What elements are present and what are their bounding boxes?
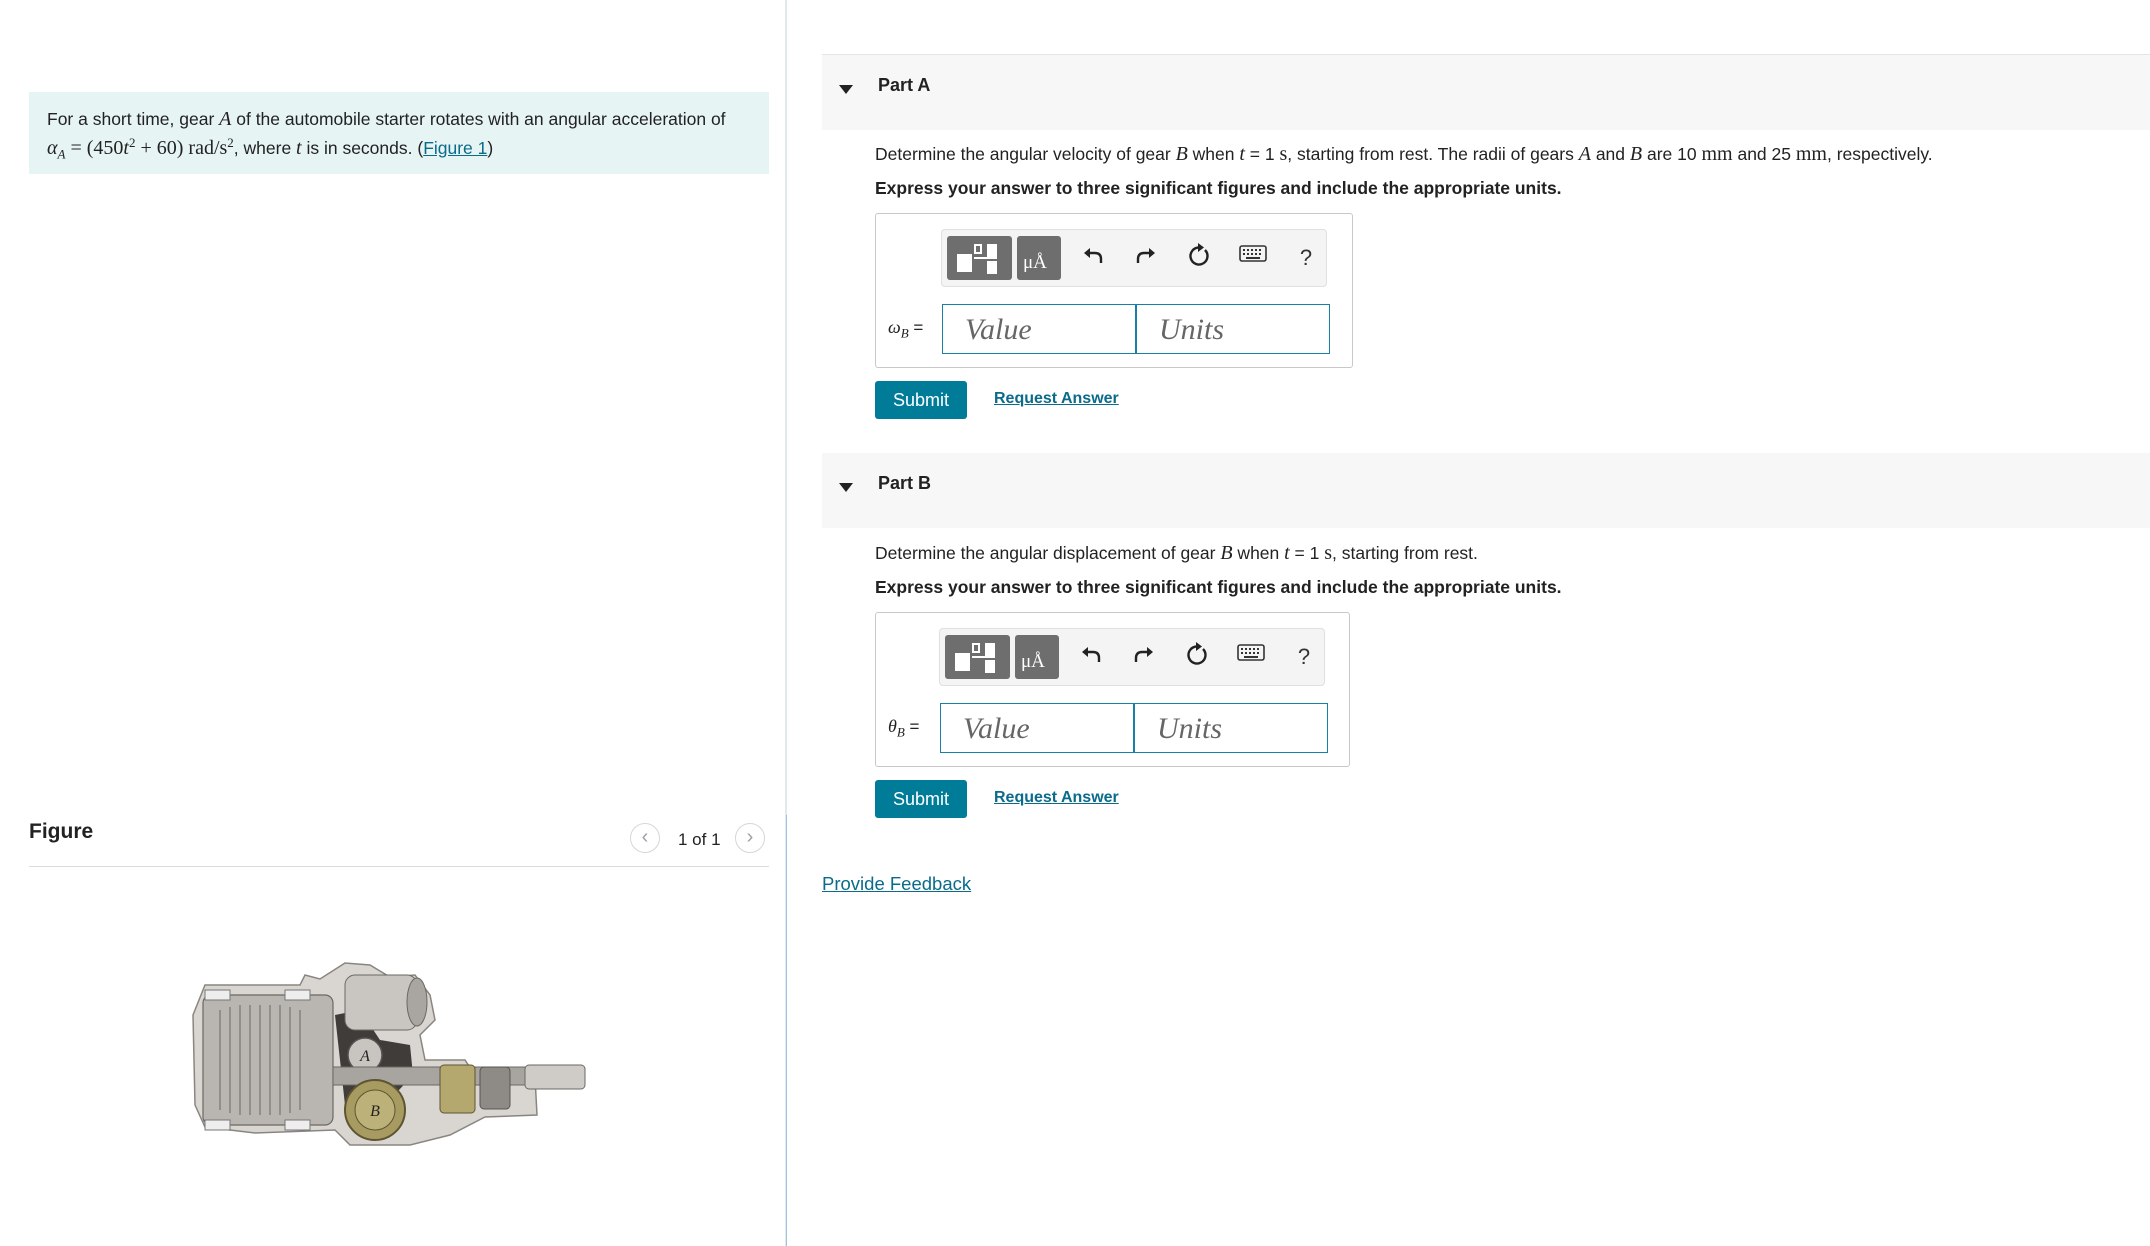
part-b-variable-label: θB = — [888, 716, 920, 740]
problem-statement: For a short time, gear A of the automobi… — [29, 92, 769, 174]
gear-a-label: A — [359, 1048, 370, 1065]
part-b-submit-button[interactable]: Submit — [875, 780, 967, 818]
templates-button[interactable] — [947, 236, 1012, 280]
part-a-variable-label: ωB = — [888, 317, 924, 341]
help-icon[interactable]: ? — [1289, 642, 1319, 674]
figure-1-link[interactable]: Figure 1 — [423, 138, 487, 158]
figure-next-button[interactable]: › — [735, 823, 765, 853]
math-toolbar: μÅ ? — [941, 229, 1327, 287]
templates-button[interactable] — [945, 635, 1010, 679]
part-a-submit-button[interactable]: Submit — [875, 381, 967, 419]
part-a-question: Determine the angular velocity of gear B… — [875, 143, 1933, 165]
reset-icon[interactable] — [1182, 642, 1212, 674]
part-a-units-input[interactable]: Units — [1136, 304, 1330, 354]
figure-title: Figure — [29, 820, 94, 843]
part-b-question: Determine the angular displacement of ge… — [875, 542, 1478, 564]
part-b-value-input[interactable]: Value — [940, 703, 1134, 753]
part-b-units-input[interactable]: Units — [1134, 703, 1328, 753]
starter-motor-figure: A B — [192, 962, 586, 1146]
figure-pager-count: 1 of 1 — [678, 830, 721, 849]
units-button[interactable]: μÅ — [1017, 236, 1061, 280]
part-b-title: Part B — [878, 473, 932, 493]
help-icon[interactable]: ? — [1291, 243, 1321, 275]
chevron-right-icon: › — [746, 826, 754, 848]
undo-icon[interactable] — [1076, 642, 1106, 674]
part-b-answer-box: μÅ ? θB = Value Units — [875, 612, 1350, 767]
caret-down-icon[interactable] — [839, 85, 853, 94]
chevron-left-icon: ‹ — [641, 826, 649, 848]
problem-line-1: For a short time, gear A of the automobi… — [47, 108, 726, 130]
units-icon: μÅ — [1023, 252, 1047, 273]
part-b-header[interactable]: Part B — [822, 453, 2150, 528]
part-a-header[interactable]: Part A — [822, 55, 2150, 130]
figure-divider — [29, 866, 769, 867]
part-a-title: Part A — [878, 75, 931, 95]
provide-feedback-link[interactable]: Provide Feedback — [822, 873, 971, 895]
part-a-request-answer-link[interactable]: Request Answer — [994, 390, 1119, 408]
units-icon: μÅ — [1021, 651, 1045, 672]
figure-prev-button[interactable]: ‹ — [630, 823, 660, 853]
keyboard-icon[interactable] — [1236, 642, 1266, 674]
keyboard-icon[interactable] — [1238, 243, 1268, 275]
units-button[interactable]: μÅ — [1015, 635, 1059, 679]
redo-icon[interactable] — [1131, 243, 1161, 275]
undo-icon[interactable] — [1078, 243, 1108, 275]
panel-divider-scroll[interactable] — [786, 815, 787, 1246]
part-b-request-answer-link[interactable]: Request Answer — [994, 789, 1119, 807]
part-a-answer-box: μÅ ? ωB = Value Units — [875, 213, 1353, 368]
part-a-value-input[interactable]: Value — [942, 304, 1136, 354]
caret-down-icon[interactable] — [839, 483, 853, 492]
math-toolbar: μÅ ? — [939, 628, 1325, 686]
reset-icon[interactable] — [1184, 243, 1214, 275]
redo-icon[interactable] — [1129, 642, 1159, 674]
gear-b-label: B — [370, 1103, 380, 1120]
part-b-instruction: Express your answer to three significant… — [875, 577, 1562, 597]
part-a-instruction: Express your answer to three significant… — [875, 178, 1562, 198]
problem-line-2: αA = (450t2 + 60) rad/s2, where t is in … — [47, 135, 494, 162]
